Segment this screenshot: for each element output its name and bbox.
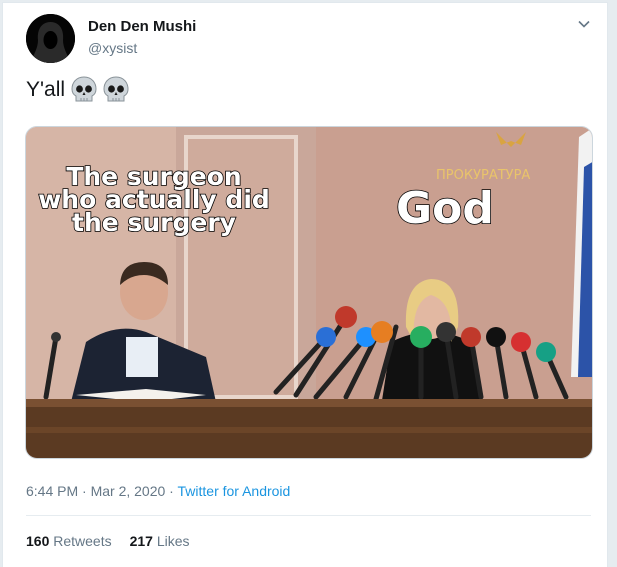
likes-count: 217: [129, 533, 153, 549]
author-name[interactable]: Den Den Mushi: [88, 18, 196, 35]
likes-stat[interactable]: 217 Likes: [130, 533, 190, 549]
tweet-text-content: Y'all: [26, 78, 66, 101]
skull-icon: [103, 76, 129, 102]
author-handle[interactable]: @xysist: [88, 40, 137, 56]
tweet-stats: 160 Retweets 217 Likes: [26, 533, 190, 549]
hooded-figure-icon: [26, 14, 75, 63]
separator: ·: [165, 483, 178, 499]
retweets-count: 160: [26, 533, 50, 549]
client-link[interactable]: Twitter for Android: [178, 483, 291, 499]
retweets-stat[interactable]: 160 Retweets: [26, 533, 112, 549]
meme-caption-left: The surgeon who actually did the surgery: [37, 162, 270, 237]
chevron-down-icon[interactable]: [577, 17, 591, 31]
meme-caption-right: God: [395, 183, 494, 234]
tweet-image[interactable]: ПРОКУРАТУРА The surgeon who actually did…: [25, 126, 593, 459]
tweet-card: Den Den Mushi @xysist Y'all ПРОКУРАТУРА …: [2, 2, 608, 567]
timestamp[interactable]: 6:44 PM · Mar 2, 2020: [26, 483, 165, 499]
avatar[interactable]: [26, 14, 75, 63]
tweet-metadata: 6:44 PM · Mar 2, 2020 · Twitter for Andr…: [26, 483, 290, 499]
skull-icon: [71, 76, 97, 102]
divider: [26, 515, 591, 516]
retweets-label: Retweets: [53, 533, 112, 549]
likes-label: Likes: [156, 533, 190, 549]
sign-text: ПРОКУРАТУРА: [436, 168, 530, 183]
tweet-text: Y'all: [26, 76, 129, 104]
